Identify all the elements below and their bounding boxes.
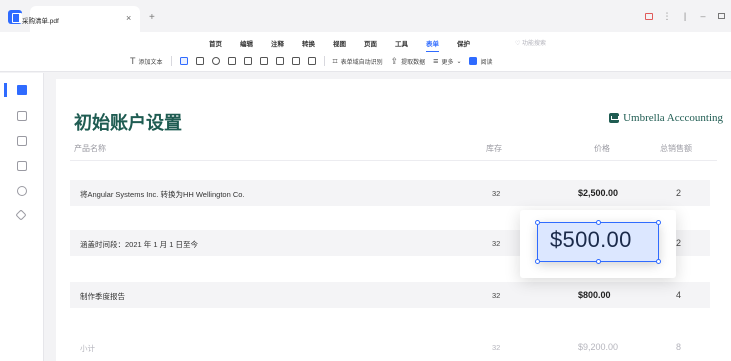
brand-name: Umbrella Acccounting: [623, 112, 723, 124]
resize-handle-top[interactable]: [596, 220, 601, 225]
read-label: 阅读: [480, 59, 493, 66]
menu-tools[interactable]: 工具: [386, 38, 417, 48]
checkbox-icon[interactable]: [195, 57, 204, 65]
resize-handle-bottom-left[interactable]: [535, 259, 540, 264]
main-menu: 首页 编辑 注释 转换 视图 页面 工具 表单 保护: [200, 38, 479, 52]
selected-price-value[interactable]: $500.00: [550, 227, 632, 253]
thumbnails-icon[interactable]: [4, 83, 27, 97]
brand-logo: Umbrella Acccounting: [609, 112, 723, 124]
header-divider: [70, 160, 717, 161]
extract-data-label: 提取数据: [401, 59, 426, 66]
text-field-icon[interactable]: [179, 57, 188, 65]
resize-handle-bottom-right[interactable]: [656, 259, 661, 264]
table-row: 制作季度报告 32 $800.00 4: [70, 282, 710, 308]
menu-view[interactable]: 视图: [324, 38, 355, 48]
button-field-icon[interactable]: [259, 57, 268, 65]
row-name: 制作季度报告: [80, 292, 125, 301]
row-name: 涵盖时间段：2021 年 1 月 1 日至今: [80, 240, 198, 249]
auto-detect-label: 表单域自动识别: [340, 59, 383, 66]
row-price: $800.00: [578, 290, 611, 300]
more-button[interactable]: ≡ 更多 ⌄: [433, 55, 461, 67]
row-total: 2: [676, 188, 682, 198]
column-header-price: 价格: [594, 144, 610, 153]
divider-icon: |: [683, 11, 687, 21]
menu-form[interactable]: 表单: [417, 38, 448, 52]
list-box-icon[interactable]: [243, 57, 252, 65]
document-title: 初始账户设置: [74, 113, 182, 133]
feature-search-label: 功能搜索: [522, 41, 547, 47]
minimize-icon[interactable]: –: [699, 11, 707, 21]
text-icon: T: [130, 55, 136, 66]
column-header-stock: 库存: [486, 144, 502, 153]
resize-handle-top-left[interactable]: [535, 220, 540, 225]
extract-data-button[interactable]: ⇪ 提取数据: [391, 55, 426, 67]
toolbar-divider: [323, 56, 325, 66]
read-button[interactable]: 阅读: [469, 55, 493, 67]
menu-page[interactable]: 页面: [355, 38, 386, 48]
menu-comment[interactable]: 注释: [262, 38, 293, 48]
row-name: 将Angular Systems Inc. 转换为HH Wellington C…: [80, 190, 245, 199]
row-stock: 32: [492, 189, 501, 198]
bookmark-icon[interactable]: [17, 111, 27, 121]
row-total: 2: [676, 238, 682, 248]
menu-edit[interactable]: 编辑: [231, 38, 262, 48]
combo-box-icon[interactable]: [227, 57, 236, 65]
chevron-down-icon: ⌄: [456, 58, 462, 65]
menu-convert[interactable]: 转换: [293, 38, 324, 48]
layers-icon[interactable]: [15, 209, 27, 221]
tab-filename[interactable]: 采购清单.pdf: [22, 15, 59, 25]
menu-protect[interactable]: 保护: [448, 38, 479, 48]
checked-icon: [469, 57, 478, 65]
upload-icon: ⇪: [390, 55, 399, 66]
image-field-icon[interactable]: [275, 57, 284, 65]
selected-text-field[interactable]: $500.00: [535, 220, 661, 264]
more-menu-icon[interactable]: ⋮: [663, 11, 672, 21]
window-controls: ⋮ | –: [645, 11, 725, 21]
menu-home[interactable]: 首页: [200, 38, 231, 48]
signature-field-icon[interactable]: [307, 57, 316, 65]
radio-button-icon[interactable]: [211, 57, 220, 65]
comment-icon[interactable]: [17, 136, 27, 146]
subtotal-price: $9,200.00: [578, 342, 619, 352]
toolbar-divider: [170, 56, 172, 66]
subtotal-stock: 32: [492, 343, 501, 352]
more-label: 更多: [441, 59, 454, 66]
resize-handle-bottom[interactable]: [596, 259, 601, 264]
subtotal-total: 8: [676, 342, 682, 352]
form-toolbar: T 添加文本 ⌗ 表单域自动识别 ⇪ 提取数据 ≡ 更多 ⌄ 阅读: [130, 55, 493, 67]
maximize-icon[interactable]: [717, 12, 725, 20]
subtotal-label: 小计: [80, 344, 95, 353]
brand-mark-icon: [609, 113, 620, 123]
resize-handle-top-right[interactable]: [656, 220, 661, 225]
attachment-icon[interactable]: [17, 161, 27, 171]
left-sidebar: [0, 73, 44, 361]
title-bar: 采购清单.pdf × + ⋮ | –: [0, 0, 731, 32]
lightbulb-icon: ♡: [515, 41, 523, 47]
list-icon: ≡: [433, 55, 439, 66]
row-stock: 32: [492, 239, 501, 248]
column-header-name: 产品名称: [74, 144, 106, 153]
row-stock: 32: [492, 291, 501, 300]
new-tab-icon[interactable]: +: [149, 12, 155, 23]
add-text-label: 添加文本: [138, 59, 163, 66]
auto-detect-icon: ⌗: [332, 55, 338, 66]
row-total: 4: [676, 290, 682, 300]
row-price: $2,500.00: [578, 188, 619, 198]
tab-close-icon[interactable]: ×: [126, 13, 131, 23]
date-field-icon[interactable]: [291, 57, 300, 65]
feature-search[interactable]: ♡ 功能搜索: [515, 38, 546, 47]
subtotal-row: 小计 32 $9,200.00 8: [70, 334, 710, 360]
column-header-total: 总销售额: [660, 144, 692, 153]
search-icon[interactable]: [17, 186, 27, 196]
ribbon: 首页 编辑 注释 转换 视图 页面 工具 表单 保护 ♡ 功能搜索 T 添加文本…: [0, 32, 731, 72]
add-text-button[interactable]: T 添加文本: [130, 55, 163, 67]
notification-icon[interactable]: [645, 12, 653, 20]
app-logo-icon: [8, 10, 22, 24]
table-row: 将Angular Systems Inc. 转换为HH Wellington C…: [70, 180, 710, 206]
auto-detect-button[interactable]: ⌗ 表单域自动识别: [333, 55, 383, 67]
